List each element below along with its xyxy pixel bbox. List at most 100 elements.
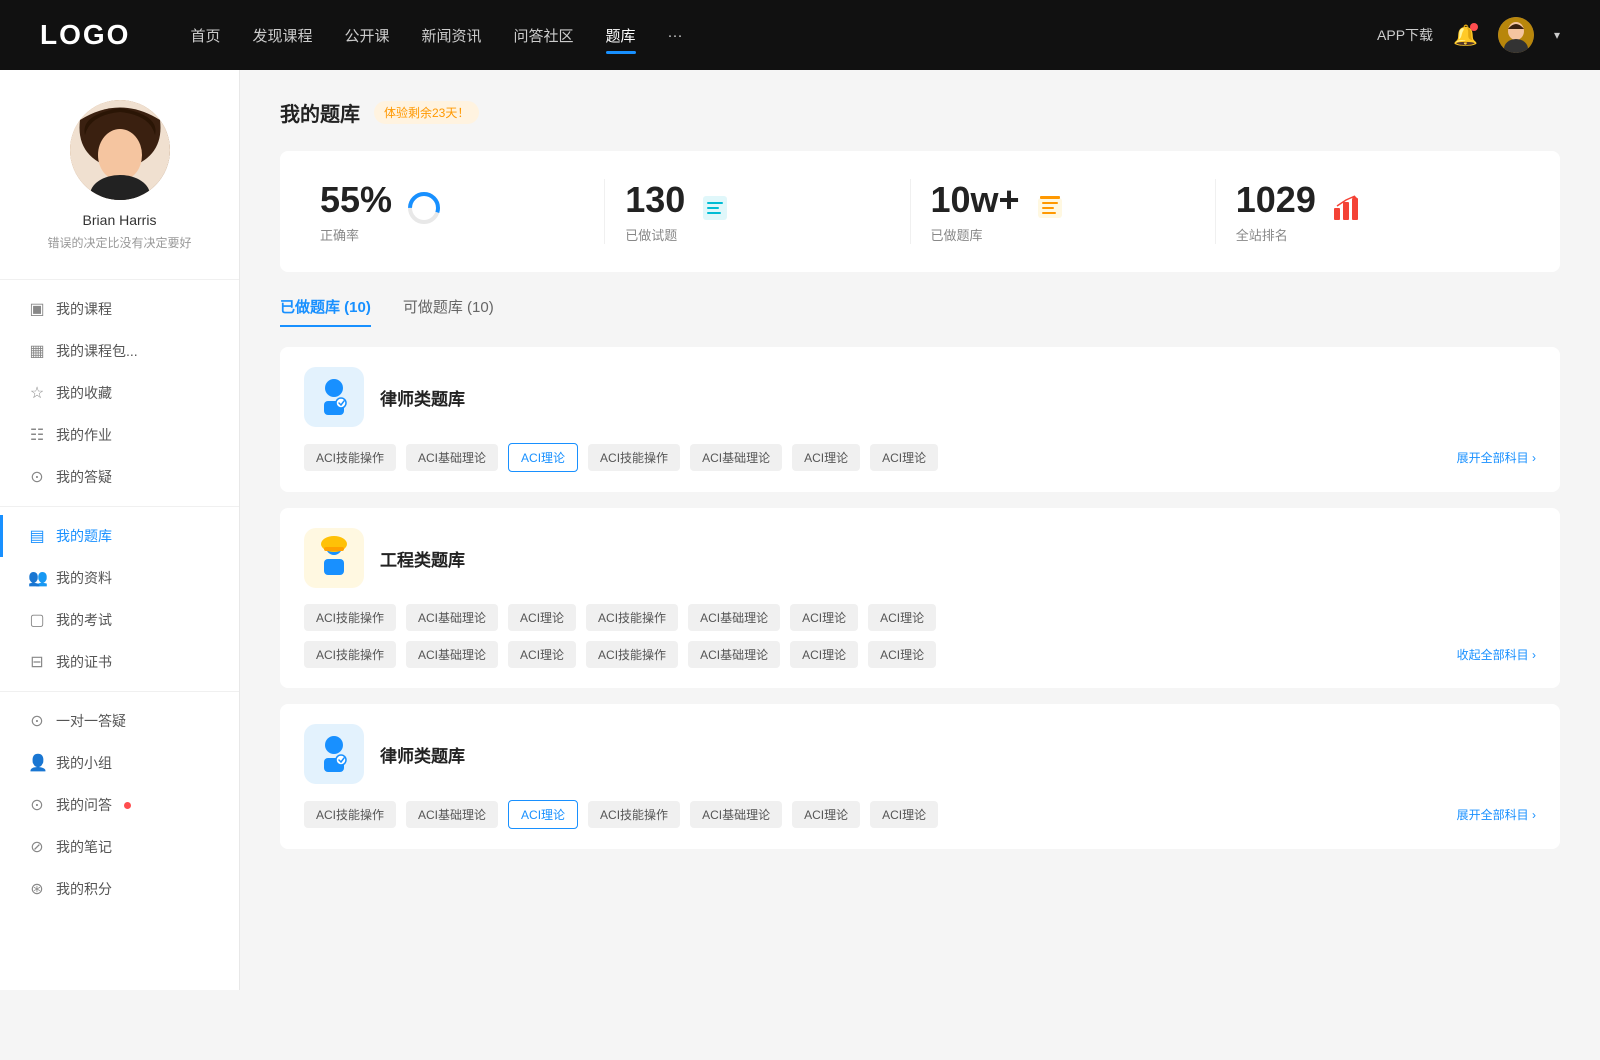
sidebar-username: Brian Harris <box>83 212 157 228</box>
tag-1[interactable]: ACI技能操作 <box>304 444 396 471</box>
nav-qa[interactable]: 问答社区 <box>514 21 574 50</box>
stat-accuracy-content: 55% 正确率 <box>320 179 392 244</box>
expand-link-lawyer-2[interactable]: 展开全部科目 › <box>1457 806 1536 823</box>
lawyer-bank-icon-2 <box>304 724 364 784</box>
eng-tag-6[interactable]: ACI理论 <box>790 604 858 631</box>
sidebar-item-certificate[interactable]: ⊟ 我的证书 <box>0 641 239 683</box>
eng-tag-2[interactable]: ACI基础理论 <box>406 604 498 631</box>
l2-tag-1[interactable]: ACI技能操作 <box>304 801 396 828</box>
trial-badge: 体验剩余23天！ <box>374 101 479 124</box>
sidebar-item-questions-label: 我的答疑 <box>56 467 112 487</box>
bank-name-lawyer-2: 律师类题库 <box>380 742 465 767</box>
sidebar-item-materials-label: 我的资料 <box>56 568 112 588</box>
materials-icon: 👥 <box>28 568 46 588</box>
eng-tag-14[interactable]: ACI理论 <box>868 641 936 668</box>
stat-done-questions-icon <box>699 192 731 231</box>
l2-tag-7[interactable]: ACI理论 <box>870 801 938 828</box>
sidebar-item-course-pack-label: 我的课程包... <box>56 341 138 361</box>
l2-tag-5[interactable]: ACI基础理论 <box>690 801 782 828</box>
sidebar-item-favorites[interactable]: ☆ 我的收藏 <box>0 372 239 414</box>
expand-link-lawyer-1[interactable]: 展开全部科目 › <box>1457 449 1536 466</box>
sidebar-item-homework-label: 我的作业 <box>56 425 112 445</box>
engineer-bank-icon <box>304 528 364 588</box>
stat-done-questions: 130 已做试题 <box>605 179 910 244</box>
bank-header-lawyer-2: 律师类题库 <box>304 724 1536 784</box>
stat-ranking: 1029 全站排名 <box>1216 179 1520 244</box>
l2-tag-4[interactable]: ACI技能操作 <box>588 801 680 828</box>
sidebar-item-notes[interactable]: ⊘ 我的笔记 <box>0 826 239 868</box>
nav-discover[interactable]: 发现课程 <box>252 21 312 50</box>
tag-2[interactable]: ACI基础理论 <box>406 444 498 471</box>
tab-done-banks[interactable]: 已做题库 (10) <box>280 296 371 327</box>
eng-tag-1[interactable]: ACI技能操作 <box>304 604 396 631</box>
avatar-image <box>1498 17 1534 53</box>
nav-home[interactable]: 首页 <box>190 21 220 50</box>
app-download-button[interactable]: APP下载 <box>1377 25 1433 45</box>
nav-news[interactable]: 新闻资讯 <box>422 21 482 50</box>
eng-tag-12[interactable]: ACI基础理论 <box>688 641 780 668</box>
sidebar-item-points[interactable]: ⊛ 我的积分 <box>0 868 239 910</box>
stat-ranking-value: 1029 <box>1236 179 1316 221</box>
main-content: 我的题库 体验剩余23天！ 55% 正确率 130 <box>240 70 1600 990</box>
tag-6[interactable]: ACI理论 <box>792 444 860 471</box>
avatar[interactable] <box>1498 17 1534 53</box>
tags-lawyer-2: ACI技能操作 ACI基础理论 ACI理论 ACI技能操作 ACI基础理论 AC… <box>304 800 1536 829</box>
l2-tag-3-active[interactable]: ACI理论 <box>508 800 578 829</box>
eng-tag-8[interactable]: ACI技能操作 <box>304 641 396 668</box>
stat-accuracy-icon <box>406 190 442 233</box>
bank-name-engineer: 工程类题库 <box>380 546 465 571</box>
l2-tag-2[interactable]: ACI基础理论 <box>406 801 498 828</box>
sidebar-item-course-pack[interactable]: ▦ 我的课程包... <box>0 330 239 372</box>
sidebar-item-group[interactable]: 👤 我的小组 <box>0 742 239 784</box>
page-header: 我的题库 体验剩余23天！ <box>280 98 1560 127</box>
user-dropdown-chevron-icon[interactable]: ▾ <box>1554 28 1560 42</box>
stat-ranking-icon <box>1330 192 1362 231</box>
tags-lawyer-1: ACI技能操作 ACI基础理论 ACI理论 ACI技能操作 ACI基础理论 AC… <box>304 443 1536 472</box>
stat-done-banks-content: 10w+ 已做题库 <box>931 179 1020 244</box>
tag-7[interactable]: ACI理论 <box>870 444 938 471</box>
tag-3-active[interactable]: ACI理论 <box>508 443 578 472</box>
sidebar-item-homework[interactable]: ☷ 我的作业 <box>0 414 239 456</box>
eng-tag-9[interactable]: ACI基础理论 <box>406 641 498 668</box>
eng-tag-11[interactable]: ACI技能操作 <box>586 641 678 668</box>
nav-open-course[interactable]: 公开课 <box>344 21 389 50</box>
tag-5[interactable]: ACI基础理论 <box>690 444 782 471</box>
tag-4[interactable]: ACI技能操作 <box>588 444 680 471</box>
sidebar-item-materials[interactable]: 👥 我的资料 <box>0 557 239 599</box>
sidebar-item-exam[interactable]: ▢ 我的考试 <box>0 599 239 641</box>
eng-tag-13[interactable]: ACI理论 <box>790 641 858 668</box>
sidebar-item-my-qa[interactable]: ⊙ 我的问答 <box>0 784 239 826</box>
questions-icon: ⊙ <box>28 467 46 487</box>
bank-card-engineer: 工程类题库 ACI技能操作 ACI基础理论 ACI理论 ACI技能操作 ACI基… <box>280 508 1560 688</box>
eng-tag-7[interactable]: ACI理论 <box>868 604 936 631</box>
nav-quiz[interactable]: 题库 <box>606 21 636 50</box>
exam-icon: ▢ <box>28 610 46 630</box>
collapse-link-engineer[interactable]: 收起全部科目 › <box>1457 646 1536 663</box>
sidebar-item-favorites-label: 我的收藏 <box>56 383 112 403</box>
notification-dot <box>1470 23 1478 31</box>
stat-ranking-label: 全站排名 <box>1236 225 1316 244</box>
page-title: 我的题库 <box>280 98 360 127</box>
sidebar-item-my-course[interactable]: ▣ 我的课程 <box>0 288 239 330</box>
stat-accuracy-label: 正确率 <box>320 225 392 244</box>
tab-available-banks[interactable]: 可做题库 (10) <box>403 296 494 327</box>
eng-tag-3[interactable]: ACI理论 <box>508 604 576 631</box>
sidebar-item-exam-label: 我的考试 <box>56 610 112 630</box>
homework-icon: ☷ <box>28 425 46 445</box>
quiz-bank-icon: ▤ <box>28 526 46 546</box>
sidebar-motto: 错误的决定比没有决定要好 <box>47 234 191 251</box>
nav-more[interactable]: ··· <box>668 23 683 48</box>
eng-tag-5[interactable]: ACI基础理论 <box>688 604 780 631</box>
tabs-row: 已做题库 (10) 可做题库 (10) <box>280 296 1560 327</box>
notification-bell-icon[interactable]: 🔔 <box>1453 23 1478 48</box>
sidebar-item-notes-label: 我的笔记 <box>56 837 112 857</box>
l2-tag-6[interactable]: ACI理论 <box>792 801 860 828</box>
sidebar-item-quiz-bank[interactable]: ▤ 我的题库 <box>0 515 239 557</box>
sidebar-item-1v1-qa[interactable]: ⊙ 一对一答疑 <box>0 700 239 742</box>
navbar-logo[interactable]: LOGO <box>40 19 130 51</box>
eng-tag-4[interactable]: ACI技能操作 <box>586 604 678 631</box>
tags-engineer-row1: ACI技能操作 ACI基础理论 ACI理论 ACI技能操作 ACI基础理论 AC… <box>304 604 1536 631</box>
sidebar-item-questions[interactable]: ⊙ 我的答疑 <box>0 456 239 498</box>
navbar-right: APP下载 🔔 ▾ <box>1377 17 1560 53</box>
eng-tag-10[interactable]: ACI理论 <box>508 641 576 668</box>
